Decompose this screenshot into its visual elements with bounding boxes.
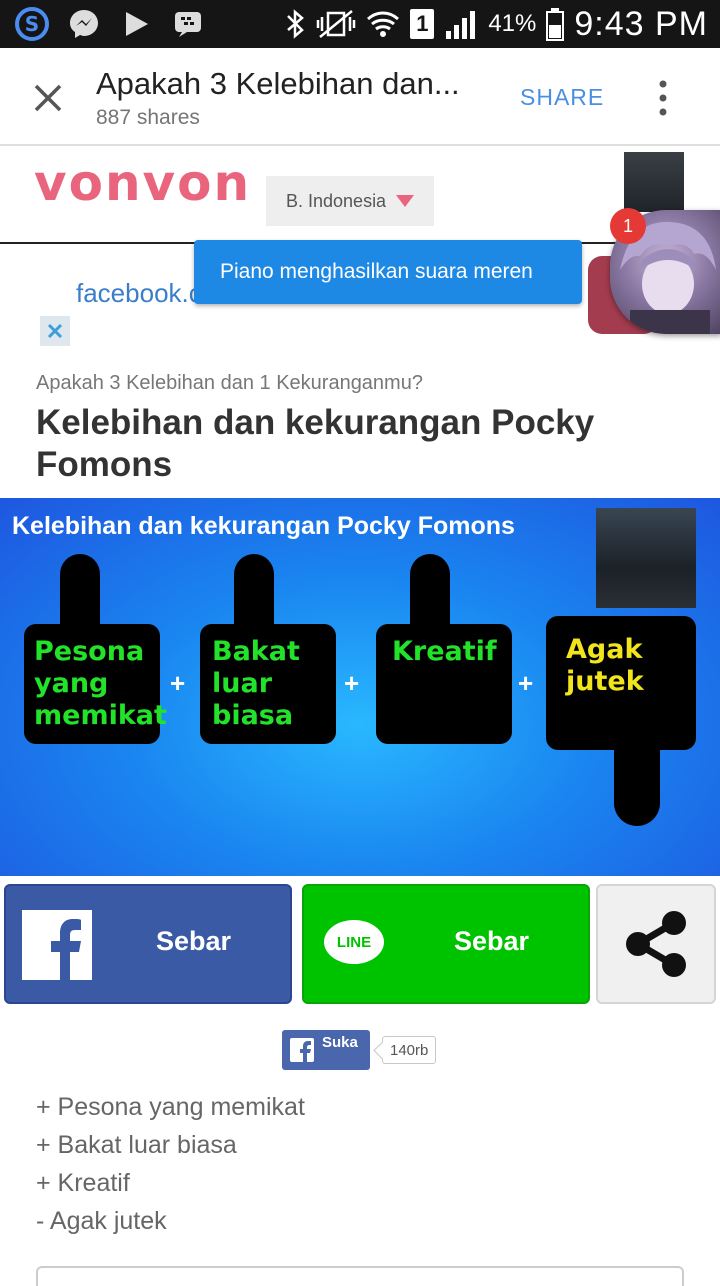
facebook-share-label: Sebar: [156, 926, 232, 956]
share-count: 887 shares: [96, 106, 200, 129]
share-buttons: Sebar LINE Sebar: [0, 884, 720, 1004]
battery-icon: [546, 8, 565, 41]
share-button[interactable]: SHARE: [520, 84, 604, 111]
line-logo-text: LINE: [336, 933, 372, 951]
vonvon-logo[interactable]: vonvon: [34, 154, 251, 212]
traits-list: + Pesona yang memikat + Bakat luar biasa…: [36, 1090, 305, 1242]
svg-text:S: S: [25, 12, 39, 36]
list-item: + Kreatif: [36, 1169, 130, 1197]
facebook-share-button[interactable]: Sebar: [4, 884, 292, 1004]
bbm-icon: [170, 6, 206, 42]
signal-icon: [446, 11, 476, 39]
messenger-icon: [66, 6, 102, 42]
wifi-icon: [367, 11, 400, 37]
hand-3-text: Kreatif: [392, 636, 497, 667]
thumbs-up-3: Kreatif: [376, 548, 516, 748]
thumbs-up-1: Pesona yang memikat: [24, 548, 167, 748]
article-headline: Kelebihan dan kekurangan Pocky Fomons: [36, 403, 595, 484]
close-icon: [47, 323, 63, 339]
plus-sign-2: +: [344, 668, 360, 698]
plus-sign-1: +: [170, 668, 186, 698]
hand-1-text: Pesona yang memikat: [34, 636, 167, 731]
content-box: [36, 1266, 684, 1286]
vibrate-mute-icon: [317, 10, 356, 38]
hand-4-text: Agak jutek: [566, 634, 644, 697]
tooltip-text: Piano menghasilkan suara meren: [220, 260, 533, 283]
close-icon[interactable]: [28, 78, 68, 118]
more-options-icon[interactable]: [652, 78, 674, 118]
list-item: - Agak jutek: [36, 1207, 167, 1235]
plus-sign-3: +: [518, 668, 534, 698]
like-label: Suka: [322, 1034, 358, 1051]
app-toolbar: Apakah 3 Kelebihan dan... 887 shares SHA…: [0, 48, 720, 146]
list-item: + Pesona yang memikat: [36, 1093, 305, 1121]
line-share-button[interactable]: LINE Sebar: [302, 884, 590, 1004]
ad-link[interactable]: facebook.c: [76, 278, 202, 309]
thumbs-down: Agak jutek: [546, 616, 698, 830]
language-label: B. Indonesia: [286, 190, 387, 211]
bluetooth-icon: [287, 9, 305, 39]
page-title: Apakah 3 Kelebihan dan...: [96, 66, 460, 101]
video-thumbnail[interactable]: [624, 152, 684, 212]
like-button[interactable]: Suka: [282, 1030, 370, 1070]
line-icon: LINE: [324, 920, 384, 964]
play-store-icon: [118, 6, 154, 42]
hand-2-text: Bakat luar biasa: [212, 636, 300, 731]
share-icon: [626, 911, 686, 977]
profile-thumbnail: [596, 508, 696, 608]
clock: 9:43 PM: [574, 4, 708, 43]
thumbs-up-2: Bakat luar biasa: [200, 548, 340, 748]
result-banner: Kelebihan dan kekurangan Pocky Fomons Pe…: [0, 498, 720, 876]
facebook-icon: [290, 1038, 314, 1062]
language-select[interactable]: B. Indonesia: [266, 176, 434, 226]
facebook-icon: [22, 910, 92, 980]
notification-badge: 1: [610, 208, 646, 244]
sim-slot-number: 1: [416, 11, 429, 36]
battery-percent: 41%: [488, 10, 537, 37]
list-item: + Bakat luar biasa: [36, 1131, 237, 1159]
badge-count: 1: [622, 215, 633, 236]
banner-title: Kelebihan dan kekurangan Pocky Fomons: [12, 512, 515, 540]
ad-close-button[interactable]: [40, 316, 70, 346]
chat-head-tooltip[interactable]: Piano menghasilkan suara meren: [194, 240, 582, 304]
line-share-label: Sebar: [454, 926, 530, 956]
sim-slot-icon: 1: [410, 9, 435, 39]
article-kicker: Apakah 3 Kelebihan dan 1 Kekuranganmu?: [36, 372, 423, 394]
status-bar: S 1 41% 9:43 PM: [0, 0, 720, 48]
caret-down-icon: [396, 195, 414, 207]
app-s-icon: S: [14, 6, 50, 42]
more-share-button[interactable]: [596, 884, 716, 1004]
like-count: 140rb: [382, 1036, 437, 1064]
